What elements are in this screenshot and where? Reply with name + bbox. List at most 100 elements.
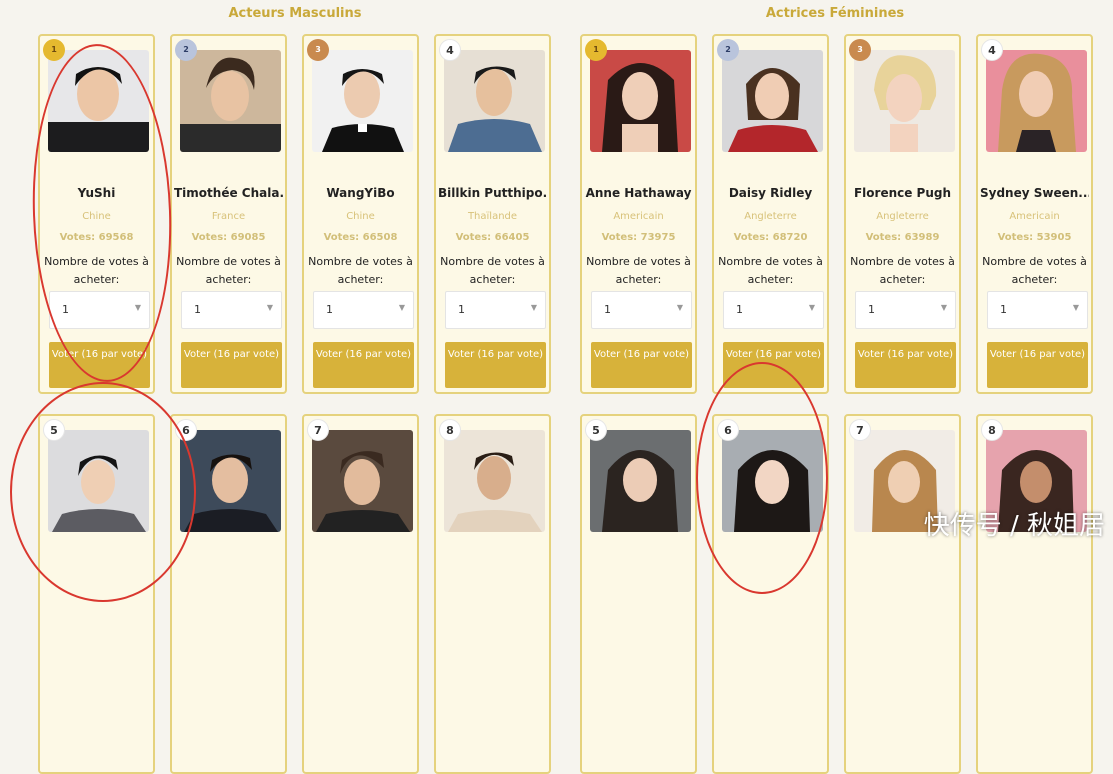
actor-votes: Votes: 66405 [455, 232, 530, 243]
actor-card: 5 [38, 414, 155, 774]
chevron-down-icon: ▼ [808, 303, 815, 312]
vote-button[interactable]: Voter (16 par vote) [591, 342, 692, 388]
actress-photo [722, 430, 823, 532]
rank-badge: 8 [439, 419, 461, 441]
chevron-down-icon: ▼ [266, 303, 273, 312]
actress-photo [722, 50, 823, 152]
actress-votes: Votes: 68720 [733, 232, 808, 243]
actress-name: Sydney Sween... [980, 186, 1089, 200]
actress-country: Angleterre [876, 211, 929, 222]
vote-button[interactable]: Voter (16 par vote) [723, 342, 824, 388]
rank-badge: 7 [307, 419, 329, 441]
actress-name: Florence Pugh [853, 186, 952, 200]
vote-quantity-value: 1 [604, 303, 611, 316]
chevron-down-icon: ▼ [134, 303, 141, 312]
actress-card: 7 [844, 414, 961, 774]
vote-button[interactable]: Voter (16 par vote) [855, 342, 956, 388]
actor-country: Thaïlande [467, 211, 518, 222]
actor-name: Timothée Chala... [174, 186, 283, 200]
vote-button[interactable]: Voter (16 par vote) [181, 342, 282, 388]
actor-photo [444, 430, 545, 532]
vote-quantity-value: 1 [62, 303, 69, 316]
chevron-down-icon: ▼ [676, 303, 683, 312]
actress-card: 3 Florence Pugh Angleterre Votes: 63989 … [844, 34, 961, 394]
vote-button[interactable]: Voter (16 par vote) [313, 342, 414, 388]
actress-card: 2 Daisy Ridley Angleterre Votes: 68720 N… [712, 34, 829, 394]
actor-name: WangYiBo [326, 186, 395, 200]
actress-name: Daisy Ridley [728, 186, 813, 200]
vote-quantity-label: Nombre de votes à acheter: [982, 255, 1087, 286]
vote-quantity-select[interactable]: 1 ▼ [723, 291, 824, 329]
actress-card: 5 [580, 414, 697, 774]
actor-name: Billkin Putthipo... [438, 186, 547, 200]
chevron-down-icon: ▼ [398, 303, 405, 312]
vote-quantity-select[interactable]: 1 ▼ [445, 291, 546, 329]
vote-quantity-value: 1 [1000, 303, 1007, 316]
rank-badge: 6 [175, 419, 197, 441]
actress-photo [590, 430, 691, 532]
watermark: 快传号 / 秋姐居 [923, 511, 1105, 541]
actor-card: 6 [170, 414, 287, 774]
silver-medal-icon: 2 [717, 39, 739, 61]
vote-quantity-label: Nombre de votes à acheter: [850, 255, 955, 286]
actress-country: Americain [613, 211, 664, 222]
vote-quantity-label: Nombre de votes à acheter: [308, 255, 413, 286]
actor-country: Chine [82, 211, 111, 222]
actress-card: 1 Anne Hathaway Americain Votes: 73975 N… [580, 34, 697, 394]
actress-votes: Votes: 63989 [865, 232, 940, 243]
actor-votes: Votes: 69568 [59, 232, 134, 243]
actor-photo [312, 430, 413, 532]
bronze-medal-icon: 3 [849, 39, 871, 61]
section-title-men: Acteurs Masculins [228, 6, 362, 21]
rank-badge: 4 [439, 39, 461, 61]
actor-card: 1 YuShi Chine Votes: 69568 Nombre de vot… [38, 34, 155, 394]
actor-card: 3 WangYiBo Chine Votes: 66508 Nombre de … [302, 34, 419, 394]
rank-badge: 6 [717, 419, 739, 441]
vote-button[interactable]: Voter (16 par vote) [445, 342, 546, 388]
actor-photo [48, 50, 149, 152]
vote-quantity-value: 1 [736, 303, 743, 316]
chevron-down-icon: ▼ [1072, 303, 1079, 312]
actor-photo [444, 50, 545, 152]
actor-country: Chine [346, 211, 375, 222]
vote-button[interactable]: Voter (16 par vote) [49, 342, 150, 388]
actress-photo [854, 50, 955, 152]
actor-card: 7 [302, 414, 419, 774]
actor-name: YuShi [77, 186, 116, 200]
vote-quantity-value: 1 [458, 303, 465, 316]
vote-quantity-select[interactable]: 1 ▼ [855, 291, 956, 329]
actress-photo [986, 50, 1087, 152]
rank-badge: 5 [43, 419, 65, 441]
actor-photo [312, 50, 413, 152]
vote-quantity-label: Nombre de votes à acheter: [586, 255, 691, 286]
actress-card: 4 Sydney Sween... Americain Votes: 53905… [976, 34, 1093, 394]
actress-card: 8 [976, 414, 1093, 774]
rank-badge: 4 [981, 39, 1003, 61]
vote-quantity-label: Nombre de votes à acheter: [44, 255, 149, 286]
actress-photo [590, 50, 691, 152]
gold-medal-icon: 1 [43, 39, 65, 61]
actor-votes: Votes: 69085 [191, 232, 266, 243]
vote-quantity-select[interactable]: 1 ▼ [591, 291, 692, 329]
rank-badge: 5 [585, 419, 607, 441]
rank-badge: 7 [849, 419, 871, 441]
actor-card: 2 Timothée Chala... France Votes: 69085 … [170, 34, 287, 394]
actor-photo [48, 430, 149, 532]
vote-button[interactable]: Voter (16 par vote) [987, 342, 1088, 388]
actress-votes: Votes: 53905 [997, 232, 1072, 243]
actor-country: France [211, 211, 246, 222]
bronze-medal-icon: 3 [307, 39, 329, 61]
actor-card: 4 Billkin Putthipo... Thaïlande Votes: 6… [434, 34, 551, 394]
vote-quantity-label: Nombre de votes à acheter: [440, 255, 545, 286]
vote-quantity-select[interactable]: 1 ▼ [49, 291, 150, 329]
section-title-women: Actrices Féminines [765, 6, 905, 21]
vote-quantity-select[interactable]: 1 ▼ [987, 291, 1088, 329]
actor-votes: Votes: 66508 [323, 232, 398, 243]
actress-country: Angleterre [744, 211, 797, 222]
vote-quantity-select[interactable]: 1 ▼ [313, 291, 414, 329]
actor-photo [180, 430, 281, 532]
actress-country: Americain [1009, 211, 1060, 222]
vote-quantity-label: Nombre de votes à acheter: [718, 255, 823, 286]
chevron-down-icon: ▼ [940, 303, 947, 312]
vote-quantity-select[interactable]: 1 ▼ [181, 291, 282, 329]
